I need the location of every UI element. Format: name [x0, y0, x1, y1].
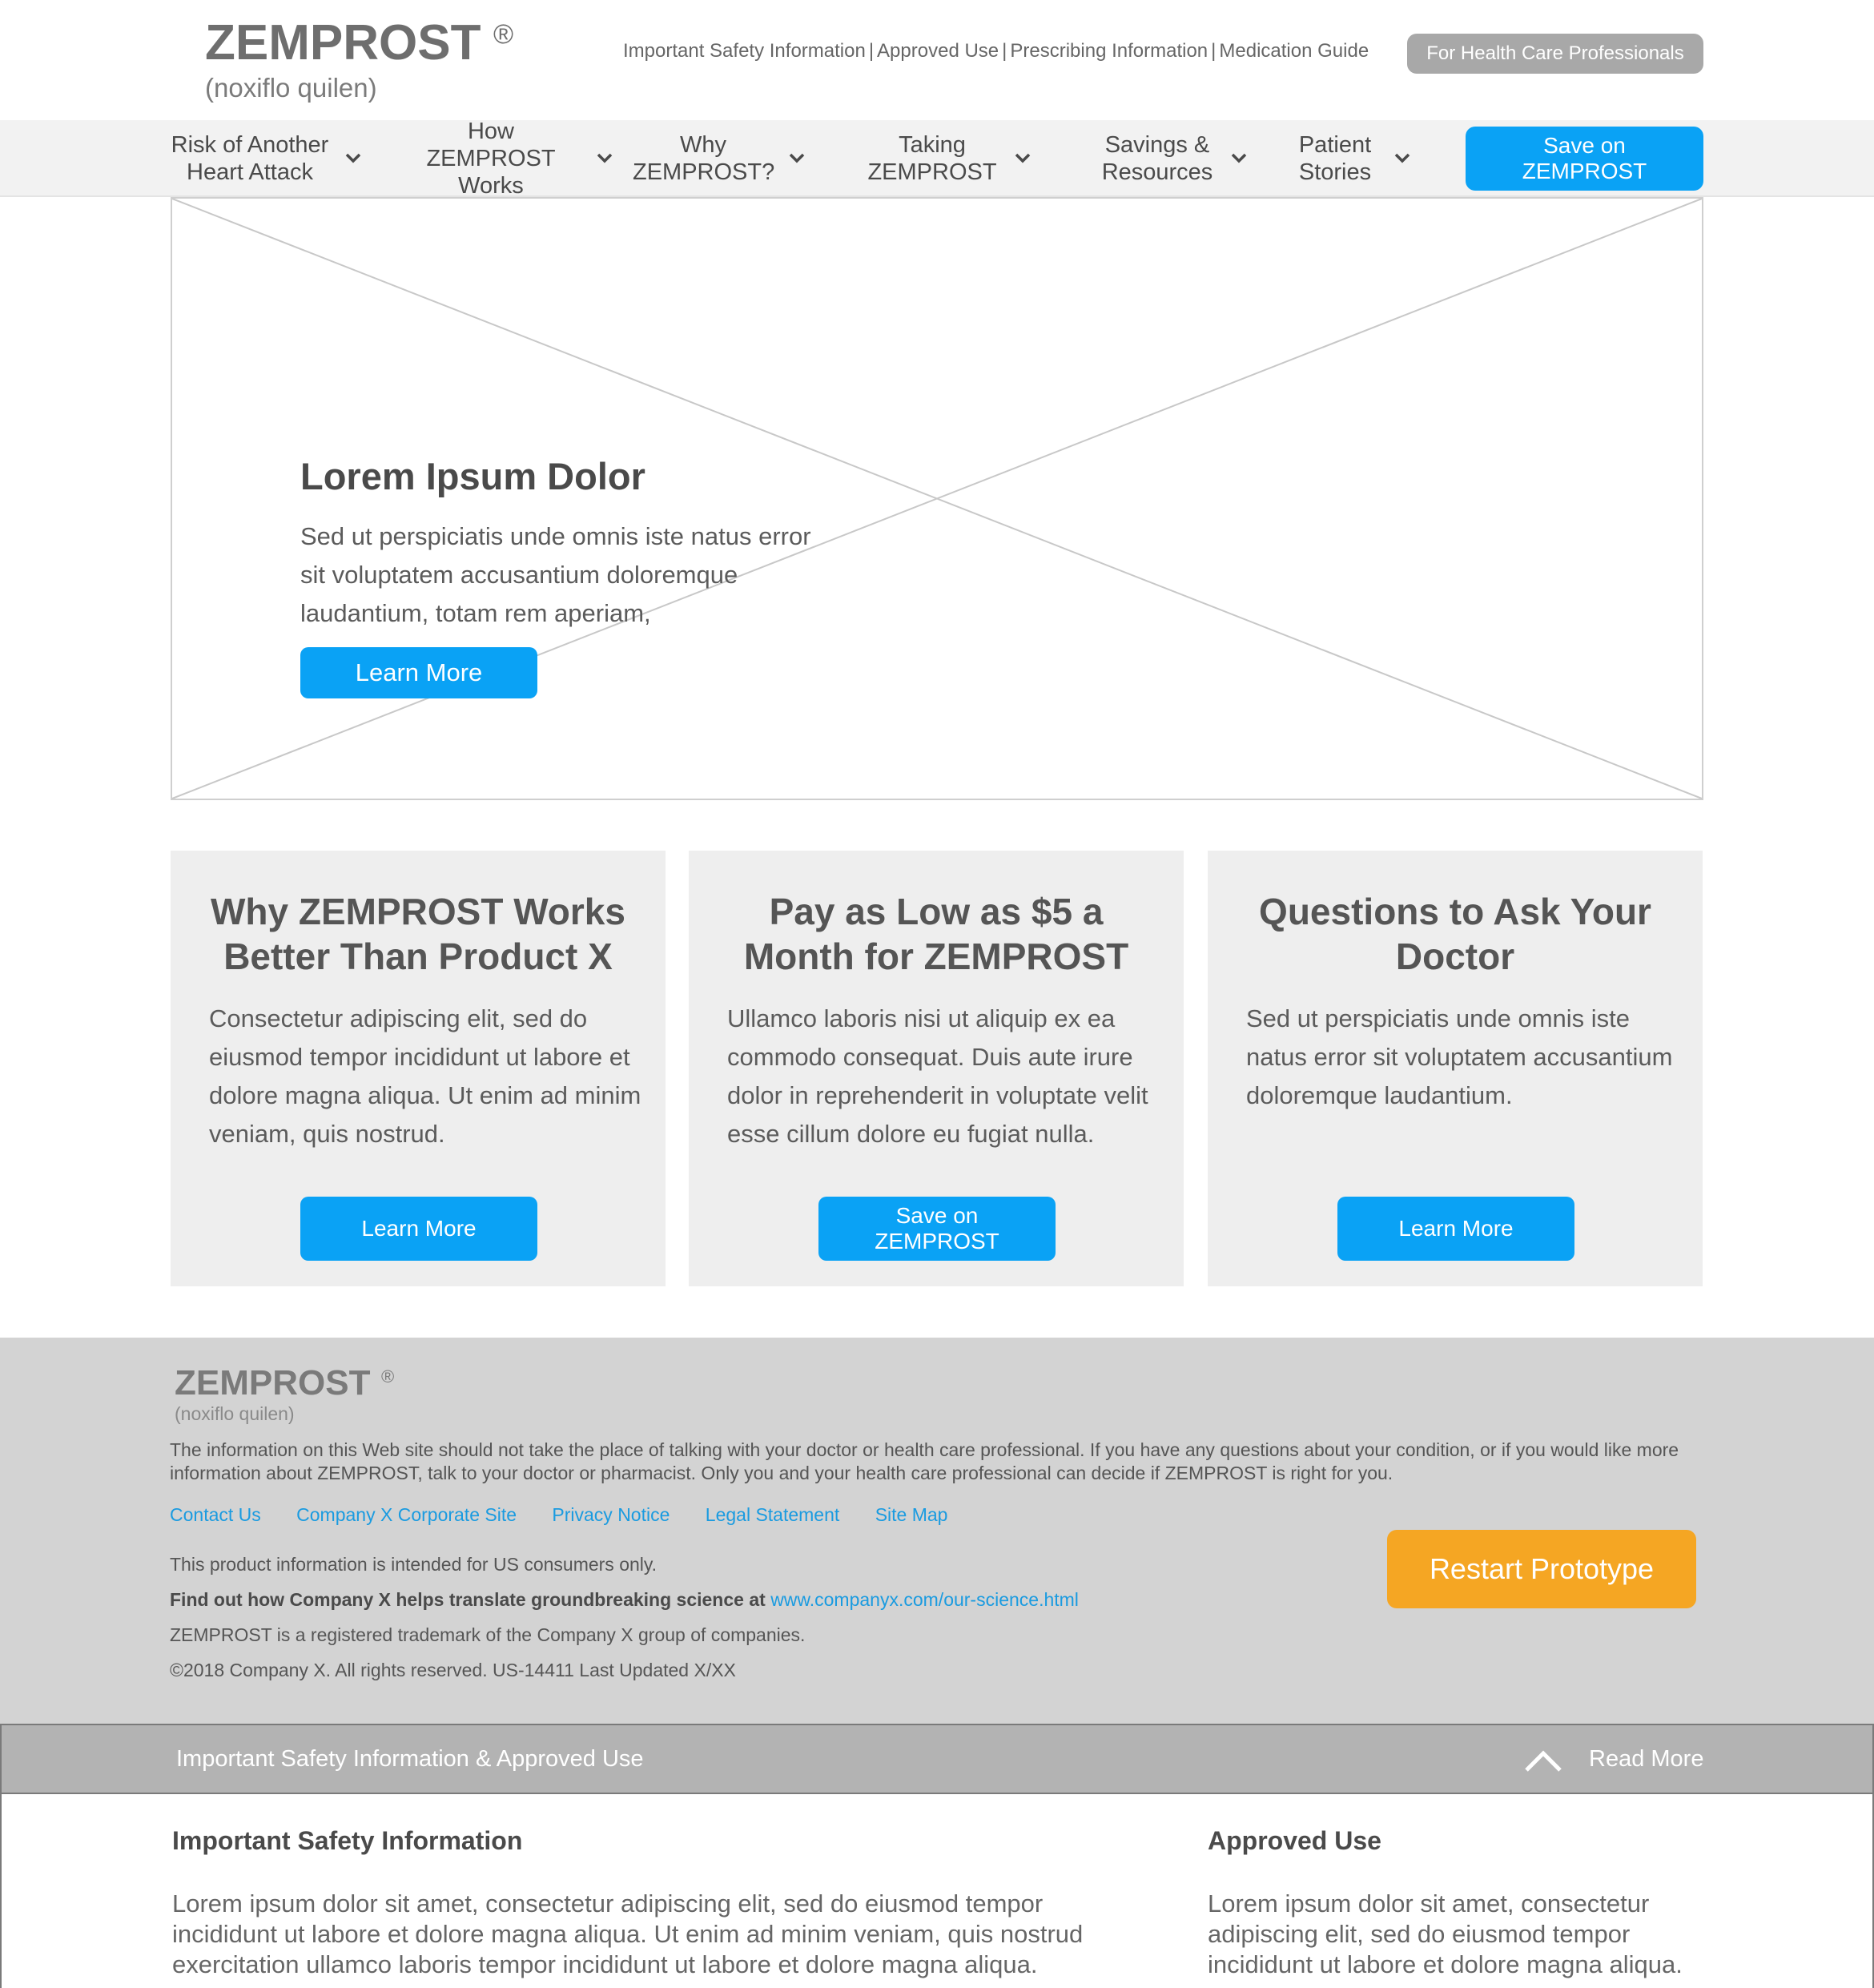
footer-trademark: ZEMPROST is a registered trademark of th…: [170, 1624, 806, 1645]
logo-wordmark: ZEMPROST: [205, 15, 481, 70]
nav-item-label: Taking ZEMPROST: [867, 132, 997, 185]
chevron-down-icon: [597, 153, 613, 163]
site-footer: ZEMPROST ® (noxiflo quilen) The informat…: [0, 1338, 1874, 1724]
separator: |: [1211, 40, 1216, 62]
isi-content: Important Safety Information Lorem ipsum…: [0, 1794, 1874, 1988]
footer-registered-mark: ®: [381, 1366, 395, 1386]
nav-item-taking[interactable]: Taking ZEMPROST: [865, 120, 1032, 197]
card-title: Pay as Low as $5 a Month for ZEMPROST: [743, 891, 1129, 977]
nav-item-label: Savings & Resources: [1101, 132, 1213, 185]
logo-generic-name: (noxiflo quilen): [205, 73, 377, 103]
footer-copyright: ©2018 Company X. All rights reserved. US…: [170, 1660, 736, 1680]
isi-safety-text: Lorem ipsum dolor sit amet, consectetur …: [172, 1889, 1084, 1978]
save-on-zemprost-nav-button[interactable]: Save on ZEMPROST: [1466, 127, 1703, 191]
image-placeholder-icon: [172, 199, 1702, 799]
nav-item-savings[interactable]: Savings & Resources: [1099, 120, 1248, 197]
nav-item-how-it-works[interactable]: How ZEMPROST Works: [400, 119, 613, 199]
isi-toggle-bar[interactable]: Important Safety Information & Approved …: [0, 1724, 1874, 1794]
footer-link-contact[interactable]: Contact Us: [170, 1504, 261, 1525]
card-save-button[interactable]: Save on ZEMPROST: [818, 1197, 1056, 1261]
nav-item-patient-stories[interactable]: Patient Stories: [1291, 120, 1411, 197]
brand-logo[interactable]: ZEMPROST ® (noxiflo quilen): [205, 14, 513, 104]
footer-science-text: Find out how Company X helps translate g…: [170, 1589, 766, 1610]
footer-links: Contact Us Company X Corporate Site Priv…: [170, 1504, 978, 1526]
card-learn-more-button[interactable]: Learn More: [300, 1197, 537, 1261]
chevron-up-icon[interactable]: [1523, 1745, 1563, 1777]
hcp-button[interactable]: For Health Care Professionals: [1407, 34, 1703, 74]
nav-item-heart-attack-risk[interactable]: Risk of Another Heart Attack: [170, 120, 362, 197]
util-link-medication-guide[interactable]: Medication Guide: [1219, 40, 1369, 62]
footer-generic-name: (noxiflo quilen): [175, 1403, 295, 1424]
chevron-down-icon: [1231, 153, 1247, 163]
feature-card-questions: Questions to Ask Your Doctor Sed ut pers…: [1208, 851, 1703, 1286]
nav-cta-label: Save on ZEMPROST: [1522, 133, 1647, 183]
chevron-down-icon: [789, 153, 805, 163]
nav-item-label: Risk of Another Heart Attack: [171, 132, 329, 185]
util-link-prescribing-info[interactable]: Prescribing Information: [1010, 40, 1208, 62]
utility-links: Important Safety Information | Approved Us…: [623, 40, 1369, 62]
hero-title: Lorem Ipsum Dolor: [300, 455, 650, 498]
nav-item-label: Patient Stories: [1298, 132, 1372, 185]
site-header: ZEMPROST ® (noxiflo quilen) Important Sa…: [0, 0, 1874, 120]
nav-item-why[interactable]: Why ZEMPROST?: [633, 120, 806, 197]
hero-banner: Lorem Ipsum Dolor Sed ut perspiciatis un…: [171, 197, 1703, 800]
footer-logo-wordmark: ZEMPROST: [175, 1363, 371, 1402]
isi-approved-heading: Approved Use: [1208, 1826, 1381, 1855]
footer-logo[interactable]: ZEMPROST ® (noxiflo quilen): [175, 1363, 394, 1424]
main-nav: Risk of Another Heart Attack How ZEMPROS…: [0, 119, 1874, 199]
isi-approved-text: Lorem ipsum dolor sit amet, consectetur …: [1208, 1889, 1683, 1978]
card-title: Why ZEMPROST Works Better Than Product X: [211, 891, 625, 977]
footer-link-sitemap[interactable]: Site Map: [875, 1504, 948, 1525]
footer-disclaimer: The information on this Web site should …: [170, 1439, 1679, 1483]
feature-card-savings: Pay as Low as $5 a Month for ZEMPROST Ul…: [689, 851, 1184, 1286]
chevron-down-icon: [1015, 153, 1031, 163]
restart-prototype-button[interactable]: Restart Prototype: [1387, 1530, 1696, 1608]
card-learn-more-button[interactable]: Learn More: [1337, 1197, 1574, 1261]
feature-card-why-works: Why ZEMPROST Works Better Than Product X…: [171, 851, 666, 1286]
footer-link-legal[interactable]: Legal Statement: [706, 1504, 840, 1525]
footer-us-only: This product information is intended for…: [170, 1554, 658, 1575]
hero-learn-more-button[interactable]: Learn More: [300, 647, 537, 698]
chevron-down-icon: [1394, 153, 1410, 163]
nav-item-label: Why ZEMPROST?: [633, 132, 775, 185]
separator: |: [868, 40, 875, 62]
card-text: Consectetur adipiscing elit, sed do eius…: [209, 1004, 641, 1148]
logo-registered-mark: ®: [493, 19, 514, 50]
chevron-down-icon: [345, 153, 361, 163]
card-text: Ullamco laboris nisi ut aliquip ex ea co…: [727, 1004, 1148, 1148]
footer-link-corporate-site[interactable]: Company X Corporate Site: [296, 1504, 517, 1525]
footer-science-link[interactable]: www.companyx.com/our-science.html: [770, 1589, 1079, 1610]
util-link-approved-use[interactable]: Approved Use: [877, 40, 999, 62]
isi-read-more-link[interactable]: Read More: [1589, 1746, 1703, 1773]
footer-link-privacy[interactable]: Privacy Notice: [552, 1504, 670, 1525]
card-title: Questions to Ask Your Doctor: [1259, 891, 1651, 977]
isi-safety-heading: Important Safety Information: [172, 1826, 523, 1855]
hero-text: Sed ut perspiciatis unde omnis iste natu…: [300, 522, 811, 627]
nav-item-label: How ZEMPROST Works: [426, 119, 556, 199]
card-button-label: Save on ZEMPROST: [875, 1203, 999, 1254]
isi-bar-title: Important Safety Information & Approved …: [176, 1746, 644, 1772]
util-link-safety-info[interactable]: Important Safety Information: [623, 40, 866, 62]
separator: |: [1002, 40, 1007, 62]
card-text: Sed ut perspiciatis unde omnis iste natu…: [1246, 1004, 1673, 1109]
footer-science-line: Find out how Company X helps translate g…: [170, 1589, 1079, 1611]
